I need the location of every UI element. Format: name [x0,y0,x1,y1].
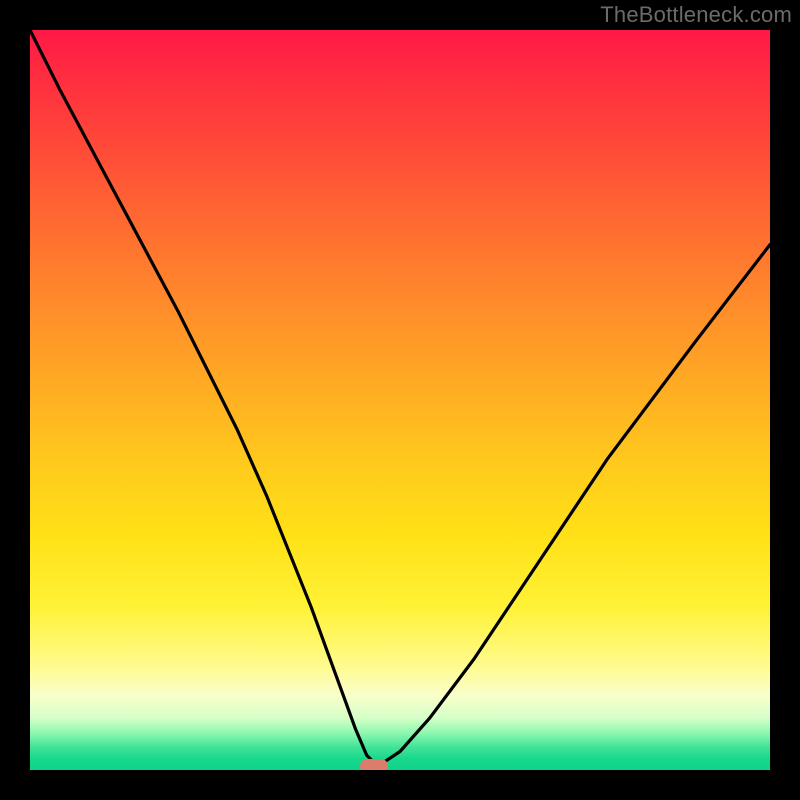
bottleneck-curve [30,30,770,770]
optimal-point-marker [360,759,388,770]
watermark-text: TheBottleneck.com [600,2,792,28]
chart-frame: TheBottleneck.com [0,0,800,800]
plot-area [30,30,770,770]
